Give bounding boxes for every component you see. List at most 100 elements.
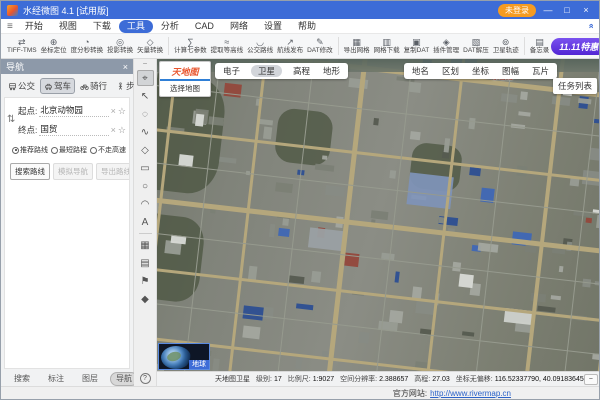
grid-download-button[interactable]: ▥网格下载 [372, 37, 402, 55]
rectangle-tool[interactable]: ▭ [137, 160, 154, 176]
maximize-button[interactable]: □ [560, 5, 574, 15]
projection-convert-button[interactable]: ◎投影转换 [105, 37, 135, 55]
text-tool[interactable]: A [137, 214, 154, 230]
clear-end-icon[interactable]: × [111, 125, 116, 135]
minimize-button[interactable]: — [541, 5, 555, 15]
map-canvas[interactable]: 天地图 选择地图 电子卫星高程地形 地名区划坐标图幅瓦片 任务列表 京密路 地球 [157, 59, 599, 371]
export-route-button[interactable]: 导出路线 [96, 163, 130, 180]
base-layer-1[interactable]: 卫星 [251, 65, 282, 77]
plugin-manager-label: 插件管理 [433, 47, 459, 55]
polyline-tool[interactable]: ∿ [137, 124, 154, 140]
fill-tool[interactable]: ◆ [137, 291, 154, 307]
favorite-start-icon[interactable]: ☆ [118, 106, 126, 117]
menu-item-1[interactable]: 视图 [51, 20, 85, 33]
plugin-manager-button[interactable]: ◈插件管理 [431, 37, 461, 55]
screenshot-tool[interactable]: ▦ [137, 237, 154, 253]
circle-tool[interactable]: ○ [137, 178, 154, 194]
end-input[interactable] [39, 124, 108, 136]
tianditu-logo: 天地图 [160, 62, 210, 81]
flag-tool[interactable]: ⚑ [137, 273, 154, 289]
sidebar-bottom-tab-2[interactable]: 图层 [76, 372, 104, 386]
tab-bike-label: 骑行 [90, 80, 107, 92]
overlay-layer-0[interactable]: 地名 [410, 65, 431, 77]
task-list-button[interactable]: 任务列表 [553, 78, 597, 94]
base-layer-0[interactable]: 电子 [221, 65, 242, 77]
menu-item-0[interactable]: 开始 [17, 20, 51, 33]
dat-unzip-icon: ▧ [472, 37, 481, 47]
menu-item-7[interactable]: 设置 [256, 20, 290, 33]
map-road [157, 122, 599, 187]
copy-dat-label: 复制DAT [404, 47, 430, 55]
promo-badge[interactable]: 11.11特惠 [551, 38, 599, 55]
grid-download-label: 网格下载 [374, 47, 400, 55]
tab-bike[interactable]: 骑行 [76, 78, 111, 94]
globe-thumbnail[interactable]: 地球 [158, 343, 210, 370]
route-publish-icon: ↗ [286, 37, 294, 47]
menu-item-6[interactable]: 网络 [222, 20, 256, 33]
menu-item-2[interactable]: 下载 [85, 20, 119, 33]
start-input[interactable] [39, 105, 108, 117]
extract-contours-button[interactable]: ≈提取等高线 [209, 37, 246, 55]
copy-dat-button[interactable]: ▣复制DAT [402, 37, 432, 55]
map-road [470, 59, 515, 371]
clear-start-icon[interactable]: × [111, 106, 116, 116]
route-option-no-highway[interactable]: 不走高速 [90, 145, 126, 155]
bus-route-button[interactable]: ◡公交路线 [245, 37, 275, 55]
login-badge[interactable]: 未登录 [498, 4, 536, 17]
overlay-layer-4[interactable]: 瓦片 [530, 65, 551, 77]
memo-button[interactable]: ▤备忘录 [528, 37, 552, 55]
sidebar-bottom-tab-0[interactable]: 搜索 [8, 372, 36, 386]
menu-item-8[interactable]: 帮助 [290, 20, 324, 33]
simulate-nav-button[interactable]: 模拟导航 [53, 163, 93, 180]
tools: ⌖ ↖ ◌ ∿ ◇ ▭ ○ ◠ A ▦ ▤ ⚑ ◆ [137, 70, 154, 307]
close-button[interactable]: × [579, 5, 593, 15]
site-link[interactable]: http://www.rivermap.cn [430, 389, 511, 398]
tab-bus[interactable]: 公交 [4, 78, 39, 94]
ribbon-collapse-icon[interactable]: » [585, 23, 595, 28]
overlay-layer-2[interactable]: 坐标 [470, 65, 491, 77]
statusbar-collapse-button[interactable]: − [584, 374, 598, 385]
arc-tool[interactable]: ◠ [137, 196, 154, 212]
dms-convert-button[interactable]: ◔度分秒转换 [69, 37, 106, 55]
dat-unzip-button[interactable]: ▧DAT解压 [461, 37, 491, 55]
seven-params-button[interactable]: ∑计算七参数 [172, 37, 209, 55]
polygon-tool[interactable]: ◇ [137, 142, 154, 158]
map-provider-panel[interactable]: 天地图 选择地图 [159, 61, 211, 97]
route-option-label: 不走高速 [98, 145, 126, 155]
select-map-button[interactable]: 选择地图 [160, 81, 210, 96]
seven-params-label: 计算七参数 [174, 47, 207, 55]
base-layer-3[interactable]: 地形 [321, 65, 342, 77]
menu-item-4[interactable]: 分析 [153, 20, 187, 33]
base-layer-2[interactable]: 高程 [291, 65, 312, 77]
print-tool[interactable]: ▤ [137, 255, 154, 271]
swap-endpoints-icon[interactable]: ⇅ [7, 114, 15, 125]
pan-tool[interactable]: ⌖ [137, 70, 154, 86]
menu-item-5[interactable]: CAD [187, 20, 222, 33]
tiff-tms-button[interactable]: ⇄TIFF-TMS [5, 37, 39, 55]
overlay-layer-3[interactable]: 图幅 [500, 65, 521, 77]
ribbon-toolbar: ⇄TIFF-TMS⊕坐标定位◔度分秒转换◎投影转换◇矢量转换 ∑计算七参数≈提取等… [1, 34, 599, 59]
toolstrip-collapse-button[interactable]: − [143, 60, 148, 68]
menu-item-3[interactable]: 工具 [119, 20, 153, 33]
select-tool[interactable]: ↖ [137, 88, 154, 104]
seven-params-icon: ∑ [187, 37, 193, 47]
tab-drive[interactable]: 驾车 [40, 78, 75, 94]
lasso-select-tool[interactable]: ◌ [137, 106, 154, 122]
dat-edit-button[interactable]: ✎DAT修改 [305, 37, 335, 55]
vector-convert-button[interactable]: ◇矢量转换 [135, 37, 165, 55]
satellite-track-button[interactable]: ⊚卫星轨迹 [491, 37, 521, 55]
route-option-recommended[interactable]: 推荐路线 [12, 145, 48, 155]
status-scale-value: 1:9027 [313, 376, 334, 383]
help-button[interactable]: ? [140, 373, 151, 384]
overlay-layer-1[interactable]: 区划 [440, 65, 461, 77]
extract-contours-label: 提取等高线 [211, 47, 244, 55]
route-option-shortest[interactable]: 最短路程 [51, 145, 87, 155]
export-grid-button[interactable]: ▦导出网格 [342, 37, 372, 55]
hamburger-icon[interactable]: ≡ [7, 21, 13, 32]
favorite-end-icon[interactable]: ☆ [118, 125, 126, 136]
search-route-button[interactable]: 搜索路线 [10, 163, 50, 180]
route-publish-button[interactable]: ↗航线发布 [275, 37, 305, 55]
sidebar-bottom-tab-1[interactable]: 标注 [42, 372, 70, 386]
coordinate-locate-button[interactable]: ⊕坐标定位 [39, 37, 69, 55]
panel-close-icon[interactable]: × [123, 62, 128, 72]
